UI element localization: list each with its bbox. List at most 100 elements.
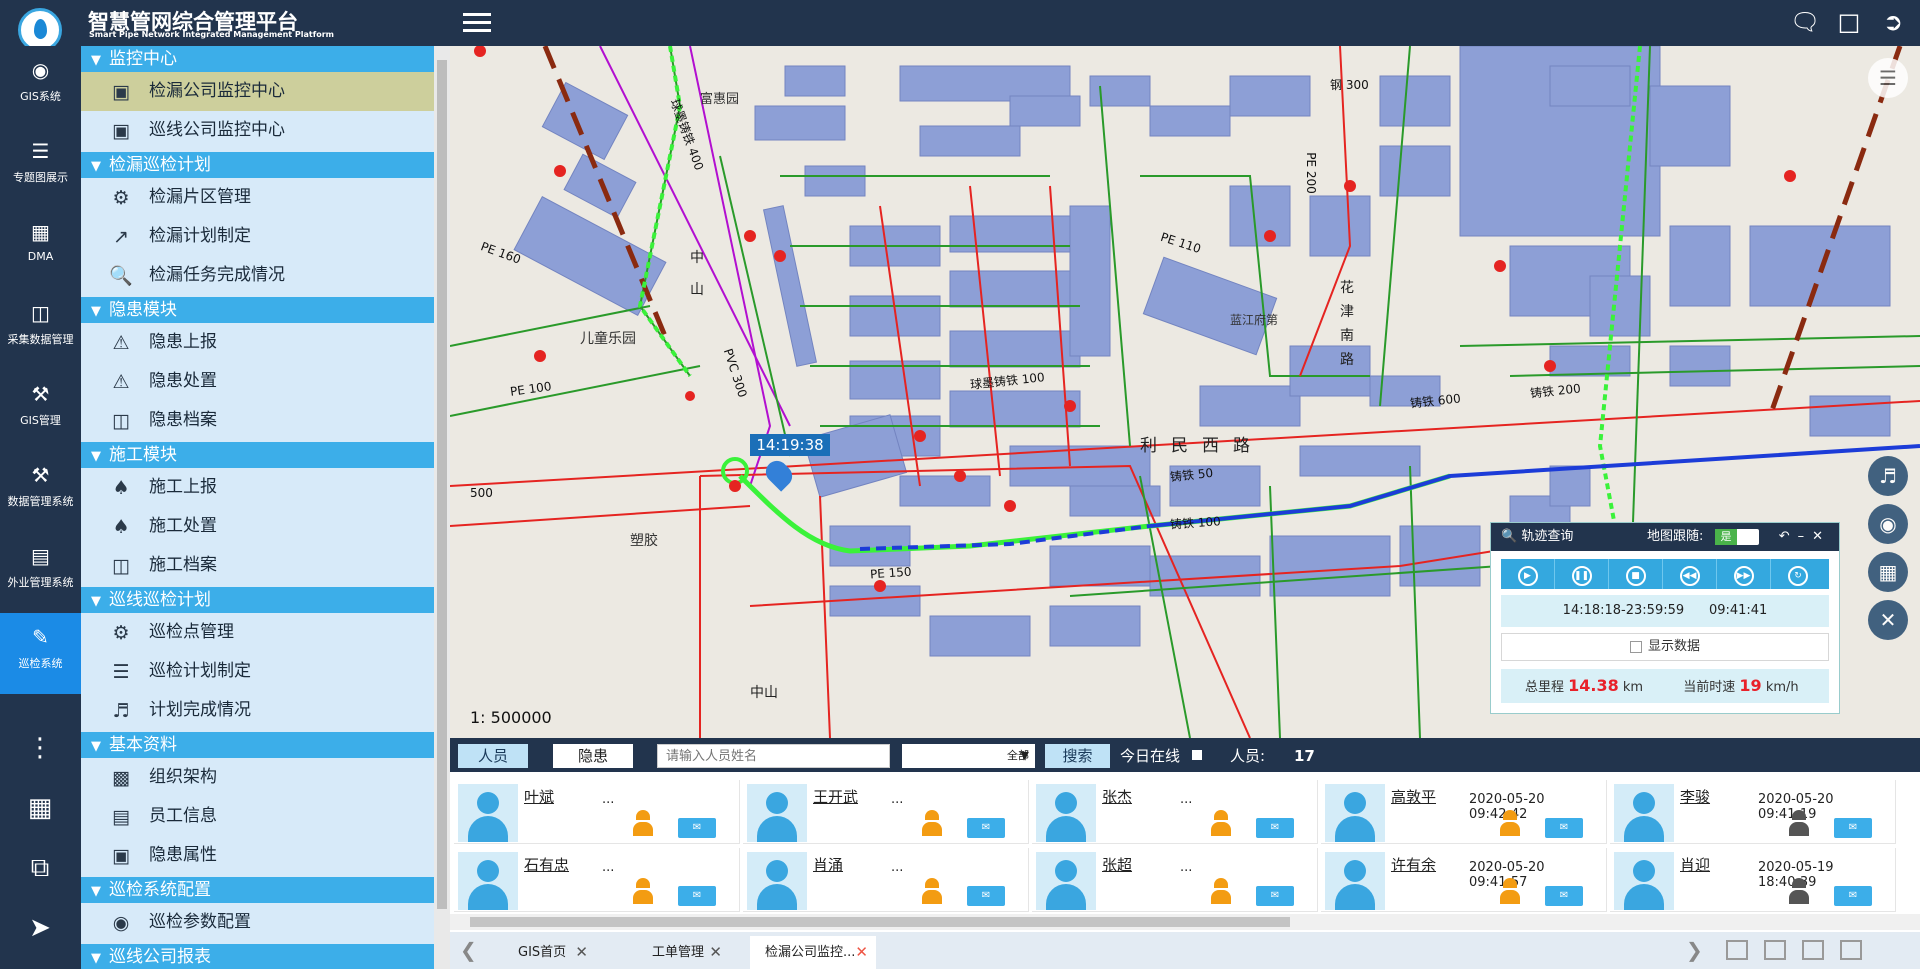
menu-scrollbar-thumb[interactable] — [437, 60, 447, 909]
track-button[interactable]: ✉ — [1834, 818, 1872, 838]
menu-item-hazard-report[interactable]: ⚠ 隐患上报 — [81, 323, 434, 362]
add-window-icon[interactable]: ⧉ — [20, 848, 60, 888]
menu-item-patrol-point[interactable]: ⚙ 巡检点管理 — [81, 613, 434, 652]
person-name[interactable]: 肖迎 — [1680, 854, 1710, 875]
person-card[interactable]: 张超... ✉ — [1032, 848, 1318, 912]
show-data-checkbox[interactable]: 显示数据 — [1501, 633, 1829, 661]
tab-people[interactable]: 人员 — [458, 744, 528, 768]
menu-item-patrol-monitor[interactable]: ▣ 巡线公司监控中心 — [81, 111, 434, 150]
locate-icon[interactable]: ◉ — [1868, 504, 1908, 544]
person-card[interactable]: 王开武... ✉ — [743, 780, 1029, 844]
menu-item-construction-archive[interactable]: ◫ 施工档案 — [81, 546, 434, 585]
person-search-input[interactable] — [657, 744, 890, 768]
menu-toggle-icon[interactable] — [463, 10, 491, 34]
menu-item-plan-completion[interactable]: ♬ 计划完成情况 — [81, 691, 434, 730]
layout-vertical-icon[interactable] — [1802, 940, 1824, 960]
play-button[interactable]: ▶ — [1501, 559, 1555, 589]
layout-single-icon[interactable] — [1840, 940, 1862, 960]
person-name[interactable]: 张超 — [1102, 854, 1132, 875]
menu-section-patrol-config[interactable]: ▼ 巡检系统配置 — [81, 877, 434, 903]
menu-item-patrol-params[interactable]: ◉ 巡检参数配置 — [81, 903, 434, 942]
follow-toggle[interactable]: 是 — [1715, 529, 1759, 545]
tab-hazard[interactable]: 隐患 — [553, 744, 633, 768]
speaker-icon[interactable]: ♬ — [1868, 456, 1908, 496]
track-button[interactable]: ✉ — [678, 886, 716, 906]
prev-icon[interactable]: ❮ — [460, 938, 477, 962]
menu-item-hazard-attr[interactable]: ▣ 隐患属性 — [81, 836, 434, 875]
menu-item-leak-area[interactable]: ⚙ 检漏片区管理 — [81, 178, 434, 217]
track-button[interactable]: ✉ — [678, 818, 716, 838]
menu-item-hazard-handle[interactable]: ⚠ 隐患处置 — [81, 362, 434, 401]
menu-section-patrol-plan[interactable]: ▼ 巡线巡检计划 — [81, 587, 434, 613]
next-icon[interactable]: ❯ — [1686, 938, 1703, 962]
person-name[interactable]: 王开武 — [813, 786, 858, 807]
apps-grid-icon[interactable]: ▦ — [20, 788, 60, 828]
person-card[interactable]: 叶斌... ✉ — [454, 780, 740, 844]
nav-thematic-map[interactable]: ☰ 专题图展示 — [0, 127, 81, 208]
menu-item-leak-plan[interactable]: ↗ 检漏计划制定 — [81, 217, 434, 256]
online-checkbox[interactable] — [1192, 750, 1202, 760]
menu-section-leak-plan[interactable]: ▼ 检漏巡检计划 — [81, 152, 434, 178]
close-icon[interactable]: ✕ — [575, 936, 588, 969]
person-card[interactable]: 许有余 2020-05-20 09:41:57 ✉ — [1321, 848, 1607, 912]
person-card[interactable]: 肖涌... ✉ — [743, 848, 1029, 912]
nav-inspection-system[interactable]: ✎ 巡检系统 — [0, 613, 81, 694]
person-name[interactable]: 肖涌 — [813, 854, 843, 875]
more-icon[interactable]: ⋮ — [20, 728, 60, 768]
logout-icon[interactable]: ➲ — [1878, 8, 1908, 36]
track-button[interactable]: ✉ — [967, 818, 1005, 838]
close-icon[interactable]: ✕ — [855, 936, 868, 969]
person-card[interactable]: 肖迎 2020-05-19 18:40:39 ✉ — [1610, 848, 1896, 912]
menu-item-leak-task[interactable]: 🔍 检漏任务完成情况 — [81, 256, 434, 295]
filter-select[interactable]: 全部 ▼ — [902, 744, 1035, 768]
layout-horizontal-icon[interactable] — [1764, 940, 1786, 960]
user-card-icon[interactable]: □ — [1834, 8, 1864, 36]
nav-gis-management[interactable]: ⚒ GIS管理 — [0, 370, 81, 451]
track-button[interactable]: ✉ — [967, 886, 1005, 906]
track-button[interactable]: ✉ — [1834, 886, 1872, 906]
tab-work-order[interactable]: 工单管理 ✕ — [622, 936, 730, 969]
layers-icon[interactable]: ▦ — [1868, 552, 1908, 592]
menu-item-construction-handle[interactable]: ♠ 施工处置 — [81, 507, 434, 546]
nav-data-management[interactable]: ⚒ 数据管理系统 — [0, 451, 81, 532]
close-icon[interactable]: ✕ — [1868, 600, 1908, 640]
layout-quad-icon[interactable] — [1726, 940, 1748, 960]
person-name[interactable]: 高敦平 — [1391, 786, 1436, 807]
expand-icon[interactable]: ➤ — [20, 908, 60, 948]
tab-leak-monitor[interactable]: 检漏公司监控... ✕ — [750, 936, 876, 969]
menu-scrollbar[interactable] — [434, 46, 450, 969]
menu-item-employee[interactable]: ▤ 员工信息 — [81, 797, 434, 836]
map-menu-icon[interactable]: ☰ — [1868, 58, 1908, 98]
stop-button[interactable]: ■ — [1609, 559, 1663, 589]
nav-dma[interactable]: ▦ DMA — [0, 208, 81, 289]
menu-section-construction[interactable]: ▼ 施工模块 — [81, 442, 434, 468]
person-card[interactable]: 高敦平 2020-05-20 09:42:42 ✉ — [1321, 780, 1607, 844]
menu-section-basic[interactable]: ▼ 基本资料 — [81, 732, 434, 758]
nav-field-management[interactable]: ▤ 外业管理系统 — [0, 532, 81, 613]
menu-item-leak-monitor[interactable]: ▣ 检漏公司监控中心 — [81, 72, 434, 111]
search-button[interactable]: 搜索 — [1045, 744, 1110, 768]
menu-item-construction-report[interactable]: ♠ 施工上报 — [81, 468, 434, 507]
checkbox-icon[interactable] — [1629, 640, 1642, 653]
menu-section-monitor[interactable]: ▼ 监控中心 — [81, 46, 434, 72]
nav-data-collection[interactable]: ◫ 采集数据管理 — [0, 289, 81, 370]
menu-item-hazard-archive[interactable]: ◫ 隐患档案 — [81, 401, 434, 440]
person-name[interactable]: 石有忠 — [524, 854, 569, 875]
horizontal-scrollbar-thumb[interactable] — [470, 917, 1290, 927]
person-name[interactable]: 叶斌 — [524, 786, 554, 807]
window-controls[interactable]: ↶–✕ — [1779, 523, 1831, 551]
track-button[interactable]: ✉ — [1256, 818, 1294, 838]
menu-item-patrol-plan[interactable]: ☰ 巡检计划制定 — [81, 652, 434, 691]
rewind-button[interactable]: ◀◀ — [1663, 559, 1717, 589]
track-button[interactable]: ✉ — [1256, 886, 1294, 906]
person-card[interactable]: 张杰... ✉ — [1032, 780, 1318, 844]
pause-button[interactable]: ❚❚ — [1555, 559, 1609, 589]
close-icon[interactable]: ✕ — [709, 936, 722, 969]
menu-section-patrol-report[interactable]: ▼ 巡线公司报表 — [81, 944, 434, 969]
person-card[interactable]: 石有忠... ✉ — [454, 848, 740, 912]
refresh-button[interactable]: ↻ — [1771, 559, 1825, 589]
menu-item-org[interactable]: ▩ 组织架构 — [81, 758, 434, 797]
track-button[interactable]: ✉ — [1545, 818, 1583, 838]
nav-gis-system[interactable]: ◉ GIS系统 — [0, 46, 81, 127]
forward-button[interactable]: ▶▶ — [1717, 559, 1771, 589]
